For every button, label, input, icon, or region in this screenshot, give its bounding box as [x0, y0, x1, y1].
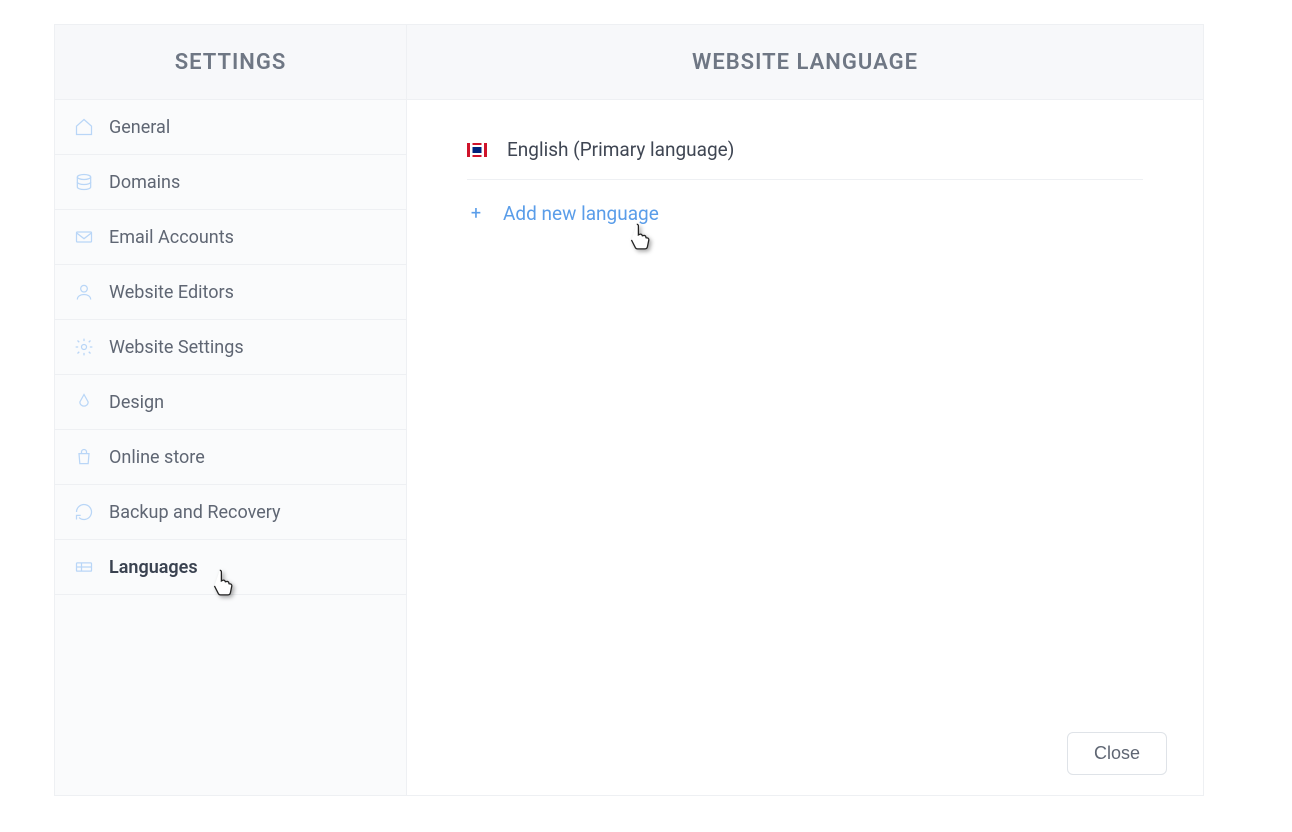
sidebar-item-online-store[interactable]: Online store: [55, 430, 406, 485]
uk-flag-icon: [467, 143, 487, 157]
refresh-icon: [73, 501, 95, 523]
sidebar-item-label: Online store: [109, 447, 205, 468]
mail-icon: [73, 226, 95, 248]
main-panel: WEBSITE LANGUAGE English (Primary langua…: [407, 25, 1203, 795]
gear-icon: [73, 336, 95, 358]
add-language-button[interactable]: + Add new language: [467, 180, 1143, 225]
add-language-label: Add new language: [503, 202, 659, 225]
sidebar-item-label: Website Editors: [109, 282, 234, 303]
language-label: English (Primary language): [507, 138, 734, 161]
sidebar-item-label: Domains: [109, 172, 180, 193]
sidebar-item-backup-recovery[interactable]: Backup and Recovery: [55, 485, 406, 540]
sidebar-item-languages[interactable]: Languages: [55, 540, 406, 595]
sidebar-item-label: Languages: [109, 557, 198, 578]
sidebar-item-label: Email Accounts: [109, 227, 234, 248]
sidebar-item-label: General: [109, 117, 170, 138]
settings-sidebar: SETTINGS General Domains Email Accounts …: [55, 25, 407, 795]
sidebar-item-email-accounts[interactable]: Email Accounts: [55, 210, 406, 265]
main-body: English (Primary language) + Add new lan…: [407, 100, 1203, 795]
language-icon: [73, 556, 95, 578]
main-title: WEBSITE LANGUAGE: [407, 25, 1203, 100]
close-button[interactable]: Close: [1067, 732, 1167, 775]
user-icon: [73, 281, 95, 303]
sidebar-item-label: Design: [109, 392, 164, 413]
sidebar-title: SETTINGS: [55, 25, 406, 100]
sidebar-item-label: Backup and Recovery: [109, 502, 281, 523]
footer: Close: [1067, 732, 1167, 775]
settings-panel: SETTINGS General Domains Email Accounts …: [54, 24, 1204, 796]
sidebar-item-website-settings[interactable]: Website Settings: [55, 320, 406, 375]
sidebar-item-website-editors[interactable]: Website Editors: [55, 265, 406, 320]
sidebar-item-general[interactable]: General: [55, 100, 406, 155]
sidebar-item-design[interactable]: Design: [55, 375, 406, 430]
paint-icon: [73, 391, 95, 413]
database-icon: [73, 171, 95, 193]
plus-icon: +: [467, 205, 485, 223]
sidebar-item-label: Website Settings: [109, 337, 244, 358]
home-icon: [73, 116, 95, 138]
sidebar-item-domains[interactable]: Domains: [55, 155, 406, 210]
bag-icon: [73, 446, 95, 468]
language-row-primary[interactable]: English (Primary language): [467, 128, 1143, 180]
